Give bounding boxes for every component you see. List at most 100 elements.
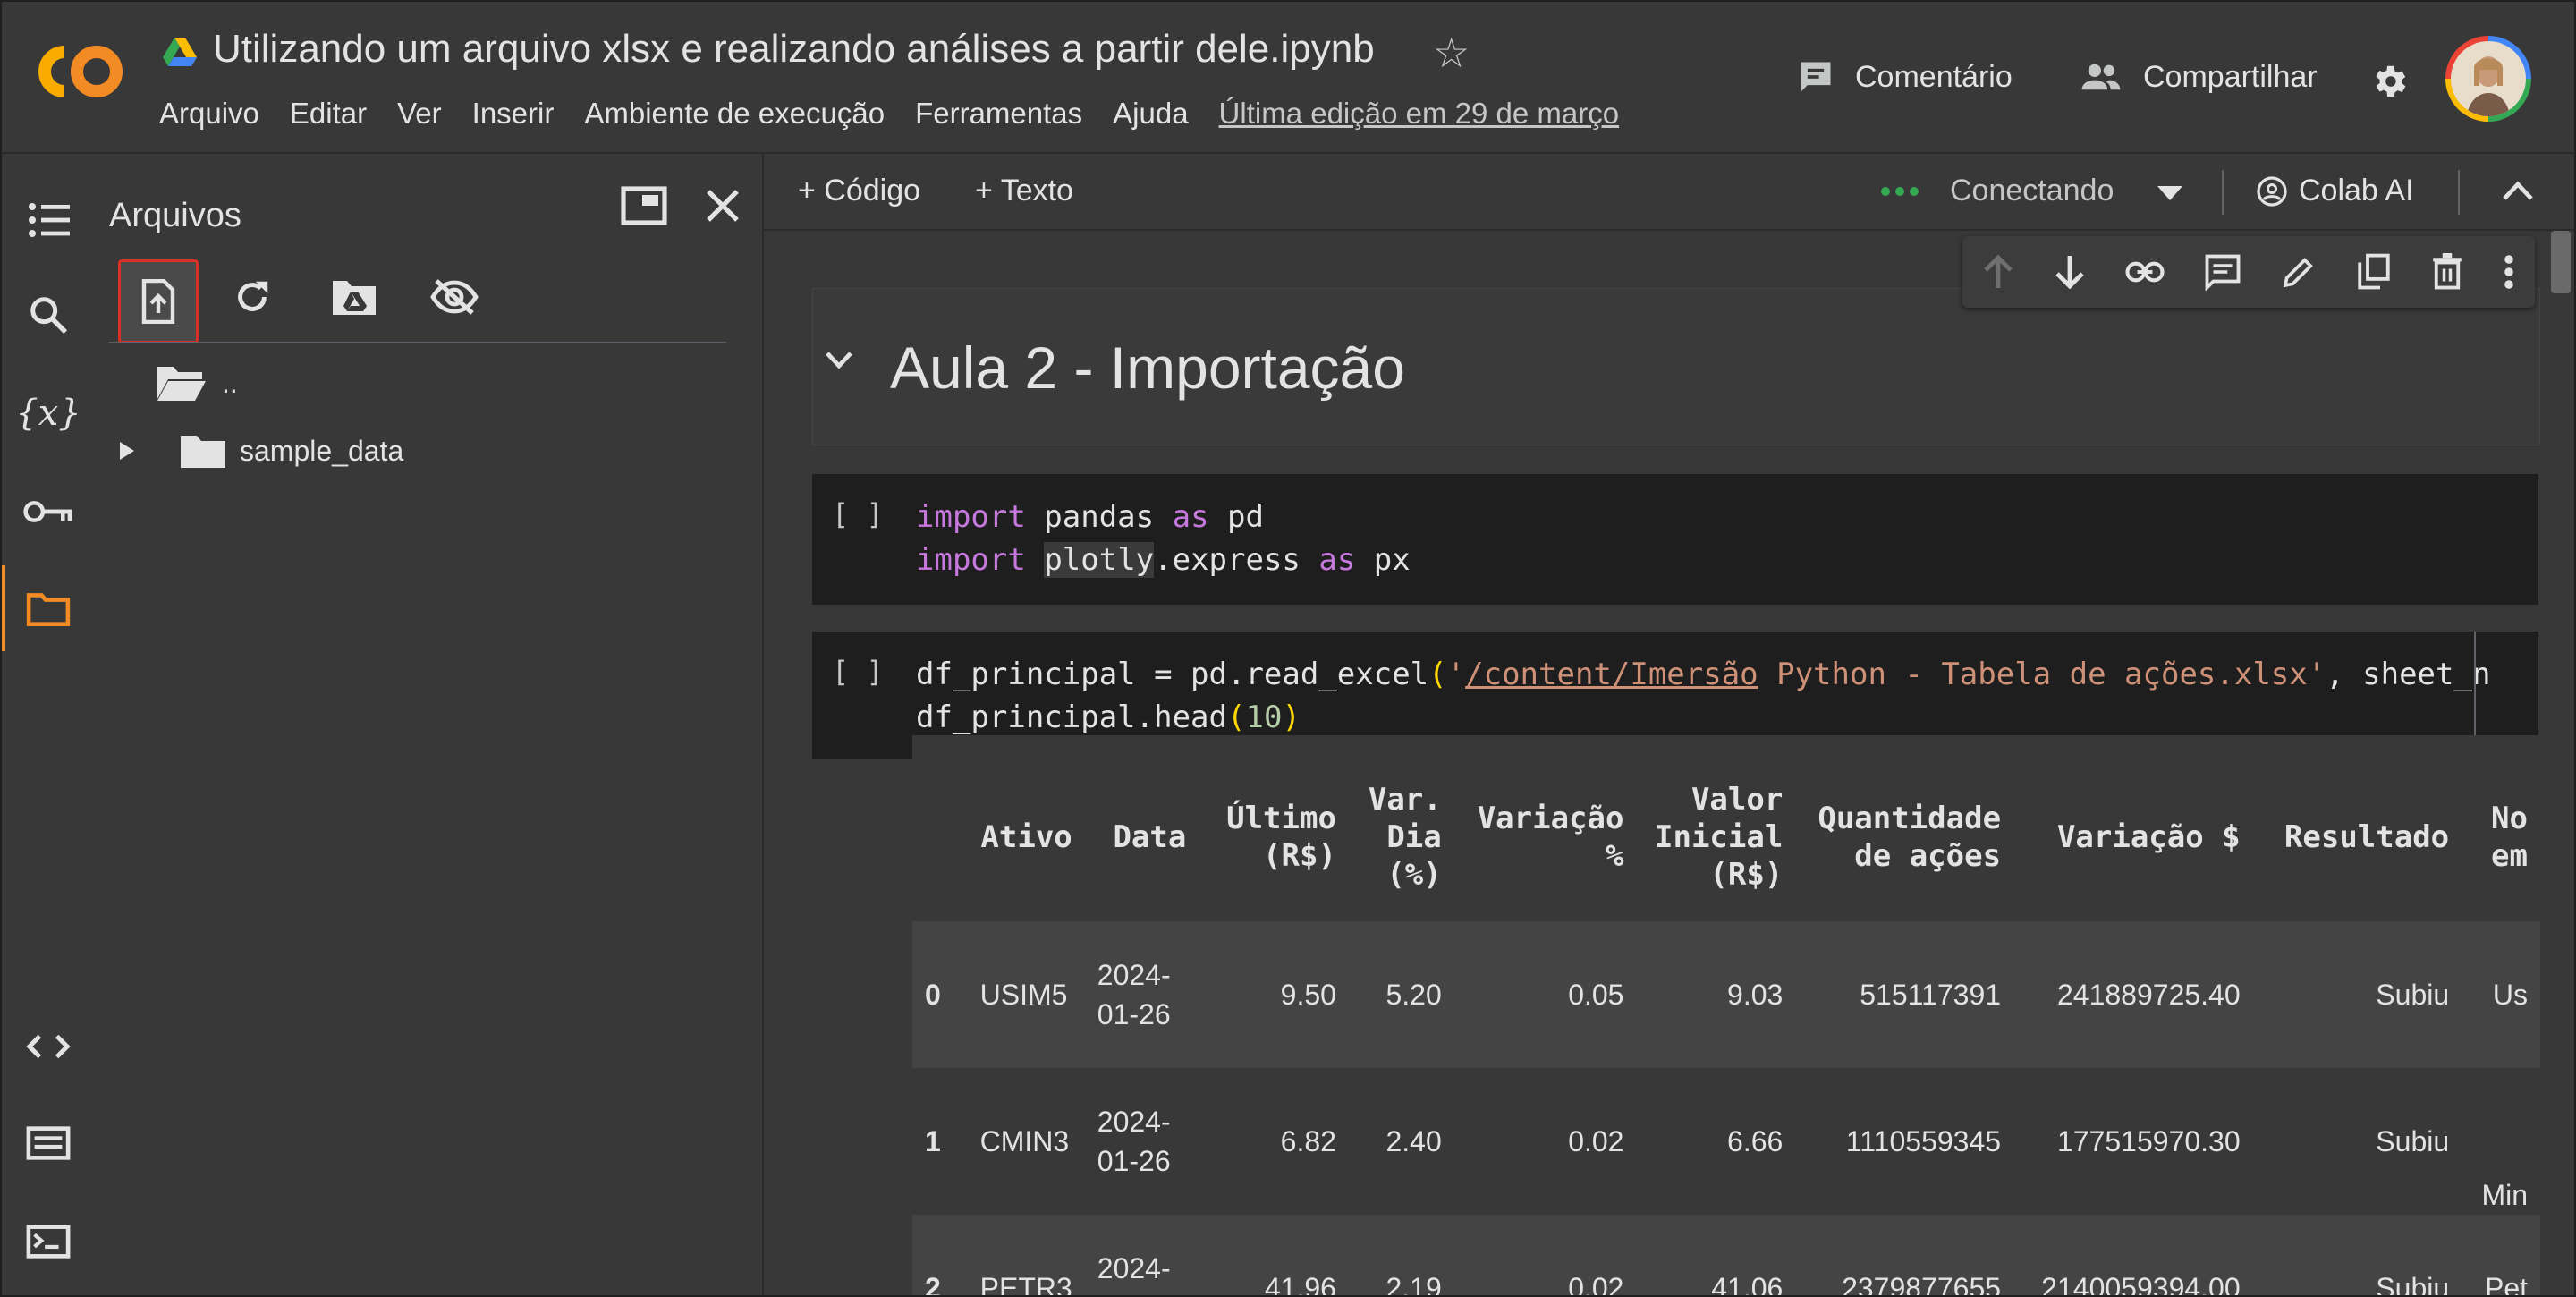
collapse-chevron-up-icon[interactable] (2503, 181, 2533, 200)
col-resultado: Resultado (2284, 819, 2450, 855)
settings-gear-icon[interactable] (2368, 61, 2410, 102)
comment-label: Comentário (1855, 59, 2012, 94)
notebook-title[interactable]: Utilizando um arquivo xlsx e realizando … (213, 27, 1375, 72)
menu-arquivo[interactable]: Arquivo (159, 97, 259, 131)
code-cell-imports[interactable]: [ ] import pandas as pd import plotly.ex… (812, 474, 2538, 605)
refresh-button[interactable] (216, 261, 288, 333)
last-edit-link[interactable]: Última edição em 29 de março (1219, 97, 1620, 131)
terminal-icon[interactable] (23, 1216, 73, 1267)
status-dots-icon (1881, 186, 1919, 196)
search-icon[interactable] (23, 290, 73, 340)
upload-file-icon (141, 279, 175, 324)
comment-button[interactable]: Comentário (1796, 57, 2012, 97)
cell-valor-inicial: 6.66 (1727, 1125, 1784, 1157)
open-folder-icon (157, 367, 206, 401)
cell-quantidade: 1110559345 (1845, 1125, 2002, 1157)
menu-ver[interactable]: Ver (397, 97, 442, 131)
table-row: 2 PETR3 2024-01-26 41.96 2.19 0.02 41.06… (912, 1215, 2540, 1295)
app-header: Utilizando um arquivo xlsx e realizando … (2, 2, 2574, 154)
variables-icon[interactable]: {𝑥} (15, 388, 80, 438)
left-rail: {𝑥} (2, 154, 96, 1295)
move-down-icon[interactable] (2054, 254, 2086, 290)
code-imports[interactable]: import pandas as pd import plotly.expres… (916, 496, 1411, 581)
toggle-hidden-files-button[interactable] (419, 261, 490, 333)
move-up-icon[interactable] (1982, 254, 2014, 290)
run-cell-bracket[interactable]: [ ] (832, 497, 884, 531)
edit-pencil-icon[interactable] (2281, 254, 2317, 290)
cell-variacao-pct: 0.05 (1453, 921, 1637, 1068)
cell-var-dia: 2.40 (1385, 1125, 1442, 1157)
colab-logo[interactable] (34, 39, 127, 104)
row-index: 2 (912, 1215, 968, 1295)
files-panel: Arquivos .. sample_data (95, 154, 764, 1295)
secrets-key-icon[interactable] (23, 487, 73, 537)
colab-ai-label: Colab AI (2299, 174, 2414, 208)
cell-resultado: Subiu (2252, 921, 2462, 1068)
cell-data: 2024-01-26 (1097, 1106, 1171, 1177)
scrollbar-thumb[interactable] (2551, 231, 2571, 293)
eye-off-icon (430, 279, 479, 315)
sample-data-label: sample_data (240, 434, 404, 467)
output-table-area: Ativo Data Último (R$) Var. Dia (%) Vari… (912, 735, 2540, 1295)
colab-ai-button[interactable]: Colab AI (2256, 174, 2414, 208)
drive-folder-icon (333, 281, 376, 315)
sample-data-folder-row[interactable]: sample_data (109, 424, 403, 478)
colab-window: Utilizando um arquivo xlsx e realizando … (0, 0, 2576, 1297)
toolbar-divider-2 (2458, 170, 2460, 215)
table-header-row: Ativo Data Último (R$) Var. Dia (%) Vari… (912, 753, 2540, 921)
cell-var-dia: 5.20 (1348, 921, 1454, 1068)
code-snippets-icon[interactable] (23, 1021, 73, 1072)
col-index (912, 753, 968, 921)
parent-folder-row[interactable]: .. (156, 356, 238, 410)
section-collapse-icon[interactable] (826, 352, 852, 369)
runtime-status[interactable]: Conectando (1880, 174, 2114, 208)
menu-editar[interactable]: Editar (290, 97, 367, 131)
comment-icon[interactable] (2204, 253, 2241, 291)
upload-file-button[interactable] (118, 259, 199, 343)
more-options-icon[interactable] (2503, 254, 2515, 290)
cell-data: 2024-01-26 (1084, 921, 1199, 1068)
run-cell-bracket-2[interactable]: [ ] (832, 655, 884, 689)
mirror-cell-icon[interactable] (2356, 253, 2392, 291)
notebook-scrollbar[interactable] (2547, 231, 2574, 1295)
files-panel-title: Arquivos (109, 197, 242, 234)
share-label: Compartilhar (2143, 59, 2318, 94)
menu-ferramentas[interactable]: Ferramentas (915, 97, 1082, 131)
add-code-button[interactable]: + Código (798, 174, 920, 208)
menu-ambiente[interactable]: Ambiente de execução (584, 97, 885, 131)
cell-var-dia: 2.19 (1348, 1215, 1454, 1295)
delete-trash-icon[interactable] (2431, 253, 2463, 291)
close-icon[interactable] (705, 188, 741, 224)
folder-icon[interactable] (23, 583, 73, 633)
toolbar-divider (2222, 170, 2224, 215)
cell-nome: Pet (2462, 1215, 2540, 1295)
menu-ajuda[interactable]: Ajuda (1113, 97, 1188, 131)
menu-bar: Arquivo Editar Ver Inserir Ambiente de e… (159, 97, 1649, 131)
cell-ativo: CMIN3 (979, 1125, 1070, 1157)
notebook-toolbar: + Código + Texto Conectando Colab AI (764, 154, 2574, 231)
runtime-status-label: Conectando (1950, 174, 2114, 208)
runtime-dropdown-icon[interactable] (2157, 186, 2182, 200)
cell-resultado: Subiu (2252, 1215, 2462, 1295)
cell-ativo: USIM5 (967, 921, 1085, 1068)
cell-quantidade: 2379877655 (1795, 1215, 2014, 1295)
open-in-tab-icon[interactable] (621, 186, 667, 225)
toc-icon[interactable] (23, 195, 73, 245)
table-row: 1 CMIN3 2024-01-26 6.82 2.40 0.02 6.66 1… (912, 1068, 2540, 1215)
code-read-excel[interactable]: df_principal = pd.read_excel('/content/I… (916, 653, 2490, 739)
star-icon[interactable]: ☆ (1433, 29, 1470, 77)
expand-arrow-icon (120, 442, 134, 460)
command-palette-icon[interactable] (23, 1118, 73, 1168)
text-cell[interactable]: Aula 2 - Importação (812, 288, 2540, 445)
add-text-button[interactable]: + Texto (975, 174, 1073, 208)
mount-drive-button[interactable] (318, 261, 390, 333)
cell-ultimo: 9.50 (1199, 921, 1349, 1068)
menu-inserir[interactable]: Inserir (472, 97, 555, 131)
cell-variacao-valor: 2140059394.00 (2013, 1215, 2253, 1295)
share-button[interactable]: Compartilhar (2079, 57, 2318, 97)
cell-valor-inicial: 41.06 (1636, 1215, 1796, 1295)
parent-folder-label: .. (222, 366, 238, 399)
user-avatar[interactable] (2445, 36, 2531, 122)
people-icon (2081, 64, 2121, 90)
link-icon[interactable] (2125, 260, 2165, 284)
